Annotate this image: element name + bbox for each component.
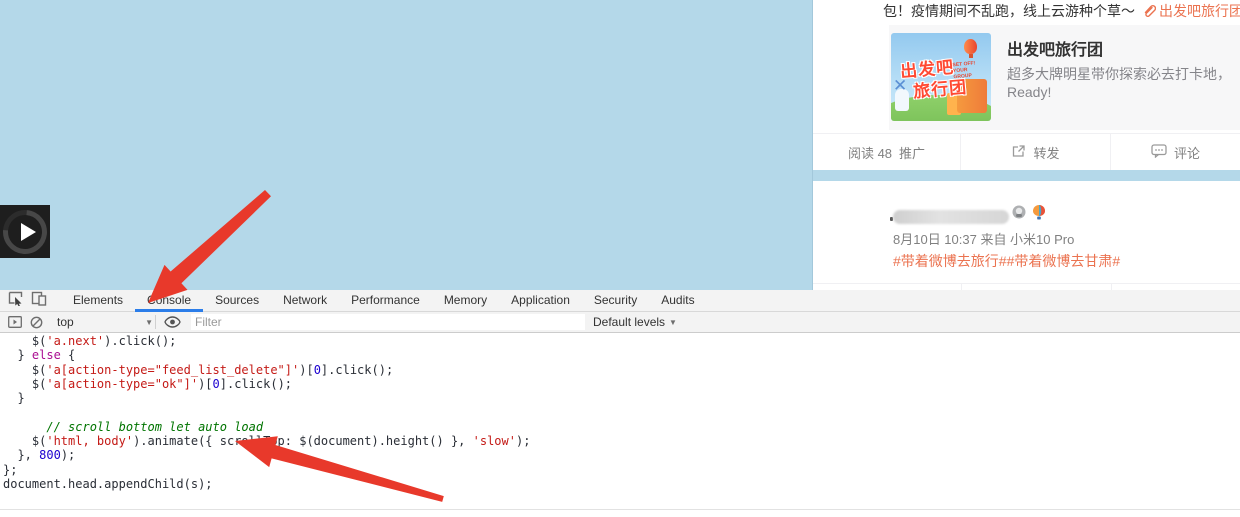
balloon-badge-icon [1031, 204, 1047, 225]
console-code-line [3, 405, 1240, 419]
bottom-divider [0, 509, 1240, 510]
inspect-element-icon[interactable] [8, 291, 25, 311]
feed-gap [813, 170, 1240, 181]
avatar-blurred-image [829, 197, 889, 257]
execution-context-selector[interactable]: top ▼ [57, 315, 153, 329]
device-toolbar-icon[interactable] [31, 291, 47, 311]
toolbar-divider [155, 315, 156, 329]
video-player[interactable] [0, 205, 50, 258]
context-label: top [57, 315, 74, 329]
tab-audits[interactable]: Audits [649, 290, 706, 312]
chevron-down-icon: ▼ [669, 318, 677, 327]
read-count-cell[interactable]: 阅读 48 推广 [813, 134, 961, 171]
tab-memory[interactable]: Memory [432, 290, 499, 312]
post-text: 包！疫情期间不乱跑，线上云游种个草～ [883, 3, 1135, 19]
console-code-line: } [3, 391, 1240, 405]
console-filter-input[interactable] [191, 314, 585, 330]
thumb-balloon-icon [964, 39, 977, 54]
thumb-subtitle: SET OFF! YOUR GROUP [952, 60, 983, 81]
comment-label: 评论 [1174, 143, 1200, 162]
member-badge-icon [1011, 204, 1027, 225]
eye-icon[interactable] [164, 316, 181, 328]
comment-button[interactable]: 评论 [1111, 134, 1240, 171]
post-text-line: 包！疫情期间不乱跑，线上云游种个草～ 出发吧旅行团 [883, 0, 1240, 22]
user-badges [1011, 204, 1047, 225]
forward-label: 转发 [1033, 143, 1059, 162]
tab-elements[interactable]: Elements [61, 290, 135, 312]
comment-icon [1151, 144, 1167, 161]
tab-network[interactable]: Network [271, 290, 339, 312]
console-code-line: document.head.appendChild(s); [3, 477, 1240, 491]
post-action-bar: 阅读 48 推广 转发 评论 [813, 133, 1240, 171]
clear-console-icon[interactable] [30, 316, 43, 329]
console-code-line: $('a.next').click(); [3, 334, 1240, 348]
console-code-line: }; [3, 463, 1240, 477]
read-count: 阅读 48 [848, 143, 892, 162]
devtools-panel: ElementsConsoleSourcesNetworkPerformance… [0, 290, 1240, 517]
tab-console[interactable]: Console [135, 290, 203, 312]
devtools-tabs: ElementsConsoleSourcesNetworkPerformance… [61, 290, 707, 312]
video-link[interactable]: 出发吧旅行团 [1159, 3, 1240, 19]
tab-security[interactable]: Security [582, 290, 649, 312]
paperclip-icon [1143, 2, 1156, 24]
forward-icon [1011, 144, 1026, 161]
console-code-line: } else { [3, 348, 1240, 362]
card-description: 超多大牌明星带你探索必去打卡地，Ready! [1007, 64, 1240, 100]
video-card-thumbnail[interactable]: ✕ 出发吧 旅行团 SET OFF! YOUR GROUP [891, 33, 991, 121]
forward-button[interactable]: 转发 [961, 134, 1111, 171]
console-code-line: $('a[action-type="feed_list_delete"]')[0… [3, 363, 1240, 377]
page-background [0, 0, 812, 290]
log-levels-dropdown[interactable]: Default levels ▼ [593, 315, 677, 329]
avatar[interactable] [829, 197, 889, 257]
chevron-down-icon: ▼ [145, 318, 153, 327]
username-blurred[interactable] [893, 210, 1009, 224]
tab-application[interactable]: Application [499, 290, 582, 312]
console-code-line: }, 800); [3, 448, 1240, 462]
console-toolbar: top ▼ Default levels ▼ [0, 312, 1240, 333]
card-title: 出发吧旅行团 [1007, 36, 1103, 60]
video-card[interactable]: ✕ 出发吧 旅行团 SET OFF! YOUR GROUP 出发吧旅行团 超多大… [889, 25, 1240, 130]
console-code-line: $('a[action-type="ok"]')[0].click(); [3, 377, 1240, 391]
screenshot-root: 包！疫情期间不乱跑，线上云游种个草～ 出发吧旅行团 ✕ 出发吧 旅行团 SET O… [0, 0, 1240, 517]
post-item: 8月10日 10:37 来自 小米10 Pro #带着微博去旅行##带着微博去甘… [813, 181, 1240, 290]
tab-sources[interactable]: Sources [203, 290, 271, 312]
levels-label: Default levels [593, 315, 665, 329]
weibo-feed-panel: 包！疫情期间不乱跑，线上云游种个草～ 出发吧旅行团 ✕ 出发吧 旅行团 SET O… [812, 0, 1240, 290]
post-hashtags[interactable]: #带着微博去旅行##带着微博去甘肃# [893, 251, 1120, 271]
console-code-line: $('html, body').animate({ scrollTop: $(d… [3, 434, 1240, 448]
play-icon [21, 223, 36, 241]
console-output[interactable]: $('a.next').click(); } else { $('a[actio… [0, 333, 1240, 491]
promoted-label: 推广 [899, 143, 925, 162]
next-action-bar-sliver [813, 283, 1240, 290]
post-time-source[interactable]: 8月10日 10:37 来自 小米10 Pro [893, 229, 1074, 248]
console-code-line: // scroll bottom let auto load [3, 420, 1240, 434]
devtools-tabbar: ElementsConsoleSourcesNetworkPerformance… [0, 290, 1240, 312]
tab-performance[interactable]: Performance [339, 290, 432, 312]
console-sidebar-icon[interactable] [8, 316, 22, 328]
